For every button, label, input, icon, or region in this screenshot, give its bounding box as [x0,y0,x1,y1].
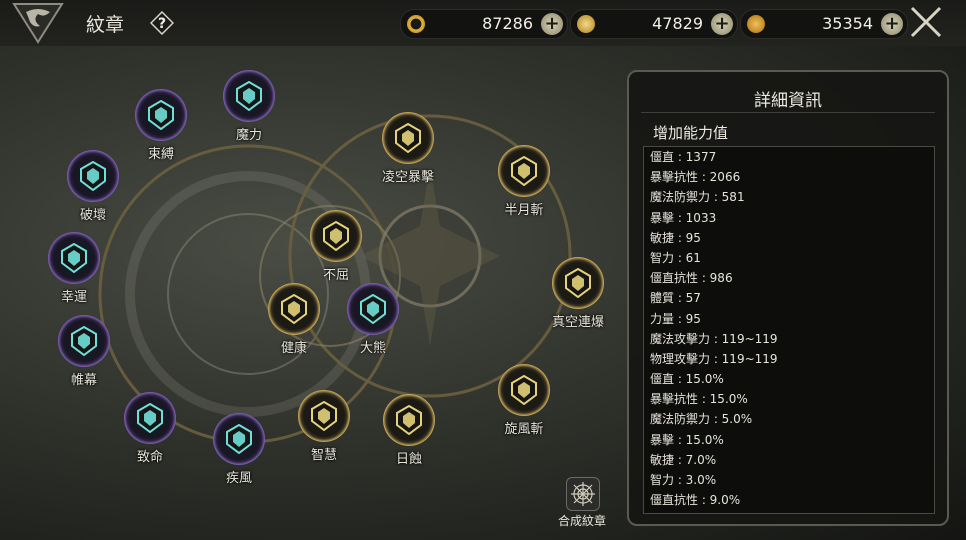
stat-row: 體質 : 57 [650,291,701,306]
bronze-coin-icon [747,15,765,33]
add-bronze-currency-button[interactable]: + [881,13,903,35]
add-gold-currency-button[interactable]: + [711,13,733,35]
emblem-label: 半月斬 [504,203,544,218]
details-panel-title: 詳細資訊 [754,91,822,111]
emblem-label: 旋風斬 [504,422,544,437]
emblem-label: 日蝕 [395,452,422,467]
emblem-crest-icon [311,401,337,431]
stat-row: 僵直抗性 : 9.0% [650,493,741,508]
emblem-crest-icon [61,243,87,273]
add-refresh-currency-button[interactable]: + [541,13,563,35]
emblem-crest-icon [360,294,386,324]
emblem-crest-icon [323,221,349,251]
emblem-zhenkong[interactable] [552,257,604,309]
question-icon[interactable]: ? [149,10,175,36]
emblem-buqu[interactable] [310,210,362,262]
emblem-label: 健康 [280,341,307,356]
stat-row: 僵直 : 15.0% [650,372,724,387]
emblem-jiankang[interactable] [268,283,320,335]
emblem-label: 大熊 [359,341,386,356]
emblem-label: 凌空暴擊 [381,170,434,185]
stat-row: 魔法攻擊力 : 119~119 [650,331,778,346]
craft-emblem-label[interactable]: 合成紋章 [546,512,618,529]
emblem-label: 智慧 [310,448,337,463]
stat-row: 敏捷 : 95 [650,230,701,245]
refresh-currency-value: 87286 [482,14,533,33]
stat-row: 僵直 : 1377 [650,150,717,164]
emblem-label: 束縛 [147,147,174,162]
gold-currency: 47829 + [570,9,738,39]
stat-row: 力量 : 95 [650,311,701,326]
stats-list[interactable]: 僵直 : 1377 暴擊抗性 : 2066 魔法防禦力 : 581 暴擊 : 1… [643,146,935,514]
refresh-currency: 87286 + [400,9,568,39]
emblem-label: 疾風 [225,471,252,486]
emblem-pohuai[interactable] [67,150,119,202]
emblem-zhihui[interactable] [298,390,350,442]
emblem-rishi[interactable] [383,394,435,446]
emblem-moli[interactable] [223,70,275,122]
panel-divider [641,112,935,113]
page-title: 紋章 [86,14,125,36]
stat-row: 敏捷 : 7.0% [650,452,717,467]
emblem-daxiong[interactable] [347,283,399,335]
emblem-xingyun[interactable] [48,232,100,284]
emblem-crest-icon [137,403,163,433]
stat-row: 智力 : 3.0% [650,473,717,487]
emblem-zhiming[interactable] [124,392,176,444]
emblem-label: 帷幕 [70,373,97,388]
cobweb-icon[interactable] [566,477,600,511]
stat-row: 暴擊抗性 : 2066 [650,170,741,185]
emblem-label: 破壞 [79,208,106,223]
emblem-label: 真空連爆 [551,315,604,330]
stat-row: 智力 : 61 [650,250,701,265]
stat-row: 暴擊 : 1033 [650,210,717,225]
details-panel-subtitle: 增加能力值 [653,124,729,142]
emblem-jifeng[interactable] [213,413,265,465]
emblem-label: 不屈 [322,268,349,283]
emblem-shufu[interactable] [135,89,187,141]
stat-row: 暴擊抗性 : 15.0% [650,392,748,407]
emblem-crest-icon [395,123,421,153]
emblem-crest-icon [511,375,537,405]
emblem-crest-icon [148,100,174,130]
stat-row: 暴擊 : 15.0% [650,432,724,447]
dragon-emblem-icon[interactable] [10,2,66,44]
svg-text:?: ? [158,16,166,32]
emblem-crest-icon [396,405,422,435]
stat-row: 僵直抗性 : 986 [650,271,733,286]
emblem-label: 幸運 [60,290,87,305]
emblem-crest-icon [80,161,106,191]
emblem-crest-icon [281,294,307,324]
emblem-crest-icon [226,424,252,454]
emblem-banyue[interactable] [498,145,550,197]
emblem-crest-icon [511,156,537,186]
emblem-crest-icon [236,81,262,111]
stat-row: 物理攻擊力 : 119~119 [650,351,778,366]
cycle-coin-icon [407,15,425,33]
emblem-label: 致命 [136,450,163,465]
crossed-swords-icon[interactable] [908,4,944,40]
emblem-xuanfeng[interactable] [498,364,550,416]
gold-currency-value: 47829 [652,14,703,33]
bronze-currency-value: 35354 [822,14,873,33]
details-panel: 詳細資訊 增加能力值 僵直 : 1377 暴擊抗性 : 2066 魔法防禦力 :… [627,70,949,526]
emblem-lingkong[interactable] [382,112,434,164]
emblem-label: 魔力 [235,128,262,143]
emblem-crest-icon [71,326,97,356]
stat-row: 魔法防禦力 : 5.0% [650,412,753,427]
emblem-weimu[interactable] [58,315,110,367]
bronze-currency: 35354 + [740,9,908,39]
stat-row: 魔法防禦力 : 581 [650,190,745,205]
emblem-crest-icon [565,268,591,298]
gold-coin-icon [577,15,595,33]
